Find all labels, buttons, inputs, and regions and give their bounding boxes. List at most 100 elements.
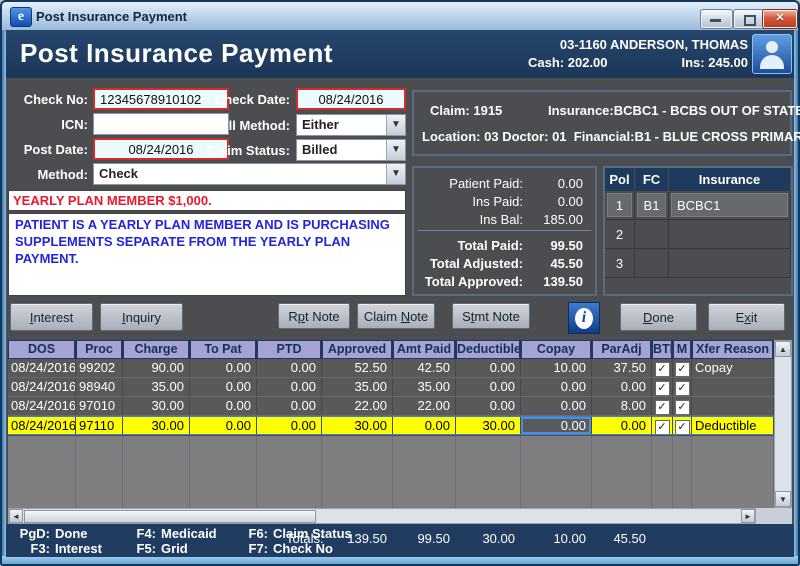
cell-m[interactable]: ✓	[673, 417, 692, 434]
vertical-scrollbar[interactable]: ▲ ▼	[774, 340, 792, 508]
cell-bti[interactable]: ✓	[652, 417, 673, 434]
cell-charge[interactable]: 30.00	[123, 397, 190, 415]
cell-copay[interactable]: 0.00	[521, 417, 592, 434]
policy-insurance[interactable]	[669, 220, 791, 248]
cell-copay[interactable]: 0.00	[521, 397, 592, 415]
claim-note-button[interactable]: Claim Note	[357, 303, 435, 329]
policy-fc[interactable]: B1	[635, 191, 669, 219]
cell-paradj[interactable]: 0.00	[592, 378, 652, 396]
policy-pol[interactable]: 1	[605, 191, 635, 219]
cell-amt-paid[interactable]: 0.00	[393, 417, 456, 434]
policy-fc[interactable]	[635, 249, 669, 277]
cell-charge[interactable]: 35.00	[123, 378, 190, 396]
cell-copay[interactable]: 10.00	[521, 359, 592, 377]
cell-deductible[interactable]: 0.00	[456, 378, 521, 396]
cell-xfer-reason[interactable]: Deductible	[692, 417, 774, 434]
cell-amt-paid[interactable]: 42.50	[393, 359, 456, 377]
cell-bti[interactable]: ✓	[652, 359, 673, 377]
policy-row-1[interactable]: 2	[605, 220, 791, 249]
scroll-left-icon[interactable]: ◄	[9, 509, 23, 523]
policy-row-2[interactable]: 3	[605, 249, 791, 278]
cell-to-pat[interactable]: 0.00	[190, 397, 257, 415]
inquiry-button[interactable]: Inquiry	[100, 303, 183, 331]
cell-dos[interactable]: 08/24/2016	[8, 397, 76, 415]
interest-button[interactable]: Interest	[10, 303, 93, 331]
cell-approved[interactable]: 52.50	[322, 359, 393, 377]
cell-amt-paid[interactable]: 22.00	[393, 397, 456, 415]
cell-deductible[interactable]: 30.00	[456, 417, 521, 434]
cell-charge[interactable]: 30.00	[123, 417, 190, 434]
cell-proc[interactable]: 97010	[76, 397, 123, 415]
cell-deductible[interactable]: 0.00	[456, 397, 521, 415]
scroll-up-icon[interactable]: ▲	[775, 341, 791, 357]
cell-copay[interactable]: 0.00	[521, 378, 592, 396]
info-button[interactable]: i	[568, 302, 600, 334]
chevron-down-icon[interactable]: ▼	[386, 140, 405, 160]
m-checkbox[interactable]: ✓	[675, 362, 690, 377]
cell-dos[interactable]: 08/24/2016	[8, 378, 76, 396]
cell-proc[interactable]: 98940	[76, 378, 123, 396]
bti-checkbox[interactable]: ✓	[655, 381, 670, 396]
cell-ptd[interactable]: 0.00	[257, 397, 322, 415]
cell-bti[interactable]: ✓	[652, 378, 673, 396]
close-button[interactable]: ✕	[762, 9, 798, 29]
patient-note-box[interactable]: PATIENT IS A YEARLY PLAN MEMBER AND IS P…	[8, 213, 406, 296]
scroll-down-icon[interactable]: ▼	[775, 491, 791, 507]
cell-proc[interactable]: 97110	[76, 417, 123, 434]
policy-fc[interactable]	[635, 220, 669, 248]
grid-row-3[interactable]: 08/24/20169711030.000.000.0030.000.0030.…	[8, 416, 774, 435]
chevron-down-icon[interactable]: ▼	[386, 115, 405, 135]
cell-dos[interactable]: 08/24/2016	[8, 359, 76, 377]
bill-method-select[interactable]: Either ▼	[296, 114, 406, 136]
cell-bti[interactable]: ✓	[652, 397, 673, 415]
rpt-note-button[interactable]: Rpt Note	[278, 303, 350, 329]
cell-ptd[interactable]: 0.00	[257, 417, 322, 434]
claim-status-select[interactable]: Billed ▼	[296, 139, 406, 161]
cell-charge[interactable]: 90.00	[123, 359, 190, 377]
cell-xfer-reason[interactable]: Copay	[692, 359, 774, 377]
bti-checkbox[interactable]: ✓	[655, 400, 670, 415]
horizontal-scrollbar[interactable]: ◄ ►	[8, 508, 756, 524]
check-date-input[interactable]	[296, 88, 406, 110]
grid-row-0[interactable]: 08/24/20169920290.000.000.0052.5042.500.…	[8, 359, 774, 378]
policy-pol[interactable]: 3	[605, 249, 635, 277]
scroll-right-icon[interactable]: ►	[741, 509, 755, 523]
cell-amt-paid[interactable]: 35.00	[393, 378, 456, 396]
cell-paradj[interactable]: 37.50	[592, 359, 652, 377]
m-checkbox[interactable]: ✓	[675, 400, 690, 415]
cell-approved[interactable]: 30.00	[322, 417, 393, 434]
exit-button[interactable]: Exit	[708, 303, 785, 331]
grid-row-1[interactable]: 08/24/20169894035.000.000.0035.0035.000.…	[8, 378, 774, 397]
cell-m[interactable]: ✓	[673, 359, 692, 377]
cell-to-pat[interactable]: 0.00	[190, 359, 257, 377]
m-checkbox[interactable]: ✓	[675, 381, 690, 396]
cell-ptd[interactable]: 0.00	[257, 378, 322, 396]
cell-paradj[interactable]: 8.00	[592, 397, 652, 415]
cell-deductible[interactable]: 0.00	[456, 359, 521, 377]
minimize-button[interactable]	[700, 9, 733, 29]
m-checkbox[interactable]: ✓	[675, 420, 690, 434]
policy-insurance[interactable]	[669, 249, 791, 277]
cell-xfer-reason[interactable]	[692, 397, 774, 415]
cell-paradj[interactable]: 0.00	[592, 417, 652, 434]
method-select[interactable]: Check ▼	[93, 163, 406, 185]
stmt-note-button[interactable]: Stmt Note	[452, 303, 530, 329]
cell-approved[interactable]: 35.00	[322, 378, 393, 396]
patient-avatar-icon[interactable]	[752, 34, 792, 74]
chevron-down-icon[interactable]: ▼	[386, 164, 405, 184]
cell-ptd[interactable]: 0.00	[257, 359, 322, 377]
policy-row-0[interactable]: 1B1BCBC1	[605, 191, 791, 220]
policy-insurance[interactable]: BCBC1	[669, 191, 791, 219]
cell-m[interactable]: ✓	[673, 378, 692, 396]
scrollbar-thumb[interactable]	[24, 510, 316, 523]
bti-checkbox[interactable]: ✓	[655, 362, 670, 377]
cell-xfer-reason[interactable]	[692, 378, 774, 396]
cell-to-pat[interactable]: 0.00	[190, 417, 257, 434]
cell-m[interactable]: ✓	[673, 397, 692, 415]
cell-to-pat[interactable]: 0.00	[190, 378, 257, 396]
done-button[interactable]: Done	[620, 303, 697, 331]
cell-dos[interactable]: 08/24/2016	[8, 417, 76, 434]
policy-pol[interactable]: 2	[605, 220, 635, 248]
cell-approved[interactable]: 22.00	[322, 397, 393, 415]
cell-proc[interactable]: 99202	[76, 359, 123, 377]
